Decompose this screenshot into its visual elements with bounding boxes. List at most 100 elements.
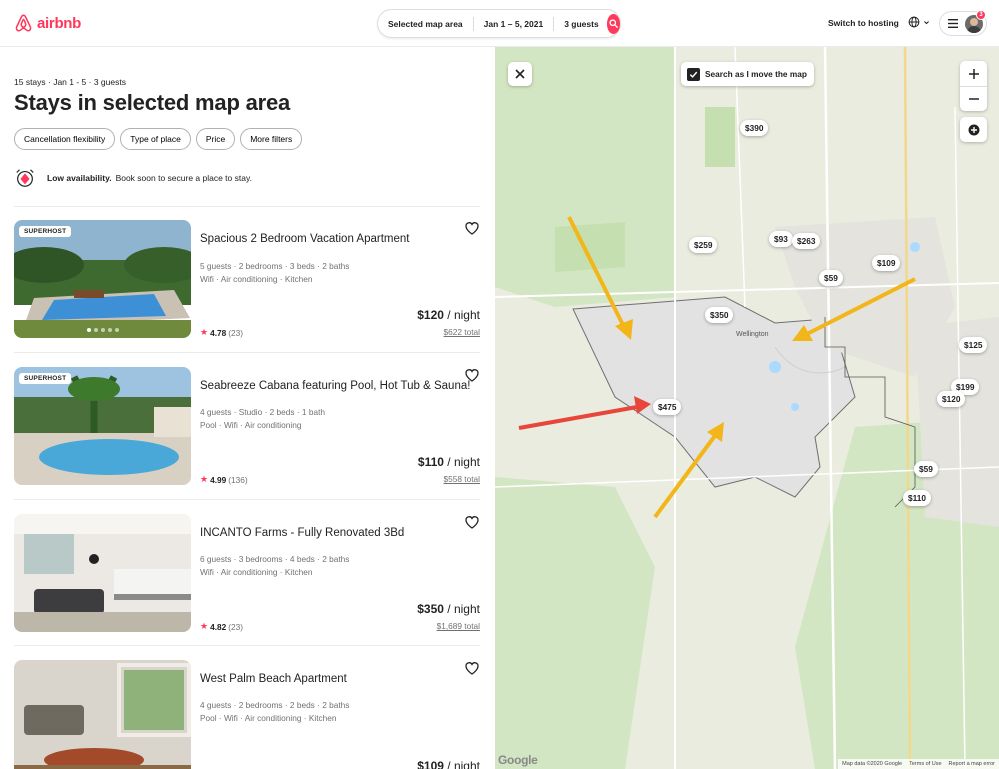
- map[interactable]: Wellington Search as I move the map $390…: [495, 47, 999, 769]
- heart-icon[interactable]: [464, 367, 480, 383]
- listing-photo[interactable]: SUPERHOST: [14, 367, 191, 485]
- availability-heading: Low availability.: [47, 173, 112, 183]
- heart-icon[interactable]: [464, 514, 480, 530]
- logo-wordmark: airbnb: [37, 14, 82, 32]
- filter-more-filters[interactable]: More filters: [240, 128, 303, 150]
- results-panel: 15 stays · Jan 1 - 5 · 3 guests Stays in…: [0, 47, 495, 769]
- plus-icon: [968, 68, 979, 79]
- price-unit: / night: [447, 308, 480, 322]
- listing-title[interactable]: INCANTO Farms - Fully Renovated 3Bd: [200, 527, 404, 539]
- map-canvas: [495, 47, 999, 769]
- diamond-alarm-icon: [16, 169, 34, 187]
- locate-button[interactable]: [960, 117, 987, 142]
- search-icon: [609, 19, 618, 28]
- listing-title[interactable]: Spacious 2 Bedroom Vacation Apartment: [200, 233, 409, 245]
- zoom-out-button[interactable]: [960, 86, 987, 111]
- notification-badge: 3: [976, 10, 986, 20]
- listing-card[interactable]: SUPERHOST Spacious 2 Bedroom Vacation Ap…: [14, 220, 480, 338]
- listing-total[interactable]: $558 total: [444, 474, 480, 484]
- listing-details: 4 guests · 2 bedrooms · 2 beds · 2 baths: [200, 700, 350, 710]
- superhost-badge: SUPERHOST: [19, 226, 72, 237]
- search-dates[interactable]: Jan 1 – 5, 2021: [474, 16, 555, 31]
- filter-price[interactable]: Price: [195, 128, 236, 150]
- rating-value: 4.82: [210, 621, 227, 632]
- close-map-button[interactable]: [508, 62, 532, 86]
- page-title: Stays in selected map area: [14, 90, 291, 115]
- airbnb-logo[interactable]: airbnb: [14, 13, 81, 33]
- price-pin[interactable]: $110: [903, 490, 931, 506]
- listing-photo[interactable]: [14, 514, 191, 632]
- price-pin[interactable]: $350: [705, 307, 734, 323]
- price-unit: / night: [447, 602, 480, 616]
- top-header: airbnb Selected map area Jan 1 – 5, 2021…: [0, 0, 999, 47]
- report-map-error-link[interactable]: Report a map error: [949, 761, 995, 767]
- price-pin[interactable]: $259: [689, 237, 718, 253]
- review-count: (23): [228, 327, 243, 338]
- filter-cancellation-flexibility[interactable]: Cancellation flexibility: [14, 128, 116, 150]
- hamburger-icon: [948, 19, 958, 28]
- listing-photo-image: [14, 220, 191, 338]
- price-pin[interactable]: $59: [819, 270, 843, 286]
- checkbox-checked[interactable]: [687, 67, 700, 81]
- listing-rating: ★ 4.82 (23): [200, 621, 243, 632]
- zoom-in-button[interactable]: [960, 61, 987, 86]
- close-icon: [515, 69, 525, 79]
- availability-text: Book soon to secure a place to stay.: [115, 173, 252, 183]
- review-count: (136): [228, 474, 248, 485]
- search-button[interactable]: [606, 13, 620, 34]
- results-summary: 15 stays · Jan 1 - 5 · 3 guests: [14, 77, 126, 87]
- language-button[interactable]: [908, 16, 930, 28]
- price-pin[interactable]: $263: [792, 233, 821, 249]
- listing-photo-image: [14, 367, 191, 485]
- price-unit: / night: [447, 455, 480, 469]
- location-pin-icon: [968, 124, 979, 135]
- divider: [14, 645, 480, 646]
- price-pin[interactable]: $390: [740, 120, 769, 136]
- availability-notice: Low availability. Book soon to secure a …: [14, 167, 252, 189]
- price-pin[interactable]: $93: [769, 231, 793, 247]
- search-location[interactable]: Selected map area: [378, 16, 474, 31]
- listing-card[interactable]: West Palm Beach Apartment 4 guests · 2 b…: [14, 660, 480, 769]
- star-icon: ★: [200, 474, 209, 484]
- search-guests[interactable]: 3 guests: [554, 17, 605, 31]
- listing-total[interactable]: $622 total: [444, 327, 480, 337]
- listing-card[interactable]: INCANTO Farms - Fully Renovated 3Bd 6 gu…: [14, 514, 480, 632]
- listing-rating: ★ 4.78 (23): [200, 327, 243, 338]
- price-pin[interactable]: $125: [959, 337, 988, 353]
- listing-photo-image: [14, 514, 191, 632]
- divider: [14, 499, 480, 500]
- chevron-down-icon: [924, 20, 929, 24]
- terms-of-use-link[interactable]: Terms of Use: [909, 761, 941, 767]
- listing-amenities: Pool · Wifi · Air conditioning · Kitchen: [200, 713, 337, 723]
- listing-price: $109 / night: [417, 759, 480, 769]
- listing-price: $350 / night: [417, 602, 480, 616]
- star-icon: ★: [200, 621, 209, 631]
- listing-title[interactable]: West Palm Beach Apartment: [200, 673, 347, 685]
- search-as-move-toggle[interactable]: Search as I move the map: [681, 62, 814, 86]
- listing-price: $120 / night: [417, 308, 480, 322]
- map-data-credit: Map data ©2020 Google: [842, 761, 903, 767]
- listing-photo[interactable]: SUPERHOST: [14, 220, 191, 338]
- price-pin[interactable]: $59: [914, 461, 938, 477]
- zoom-controls: [960, 61, 987, 111]
- price-pin[interactable]: $475: [653, 399, 682, 415]
- switch-to-hosting-link[interactable]: Switch to hosting: [828, 18, 899, 28]
- price-unit: / night: [447, 759, 480, 769]
- listing-title[interactable]: Seabreeze Cabana featuring Pool, Hot Tub…: [200, 380, 470, 392]
- price-pin[interactable]: $109: [872, 255, 901, 271]
- price-pin[interactable]: $120: [937, 391, 966, 407]
- price-value: $350: [417, 602, 444, 616]
- google-logo: Google: [498, 753, 538, 767]
- photo-pagination: [87, 328, 119, 332]
- listing-total[interactable]: $1,689 total: [437, 621, 480, 631]
- heart-icon[interactable]: [464, 220, 480, 236]
- listing-photo-image: [14, 660, 191, 769]
- listing-details: 6 guests · 3 bedrooms · 4 beds · 2 baths: [200, 554, 350, 564]
- listing-photo[interactable]: [14, 660, 191, 769]
- filter-type-of-place[interactable]: Type of place: [120, 128, 191, 150]
- heart-icon[interactable]: [464, 660, 480, 676]
- search-bar[interactable]: Selected map area Jan 1 – 5, 2021 3 gues…: [377, 9, 621, 38]
- price-value: $120: [417, 308, 444, 322]
- listing-card[interactable]: SUPERHOST Seabreeze Cabana featuring Poo…: [14, 367, 480, 485]
- search-as-move-label: Search as I move the map: [705, 69, 807, 79]
